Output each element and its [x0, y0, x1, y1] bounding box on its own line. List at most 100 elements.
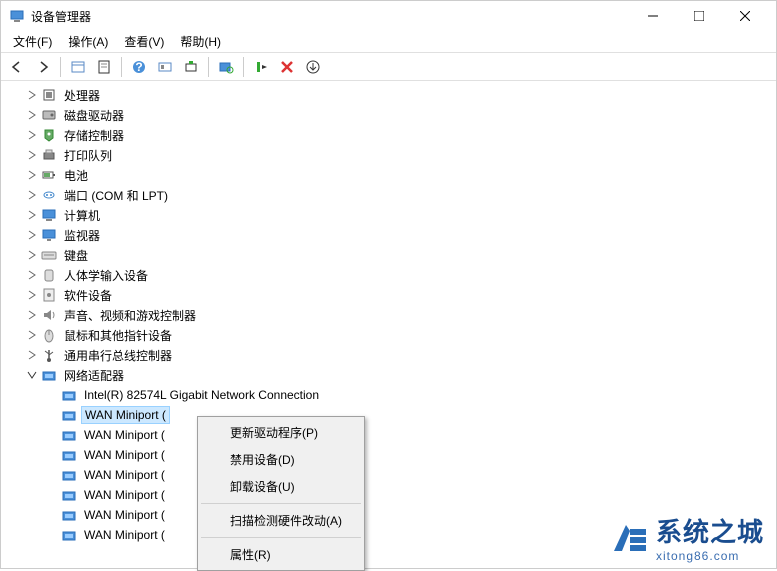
toolbar-separator — [208, 57, 209, 77]
tree-leaf-label: WAN Miniport ( — [81, 406, 170, 424]
tree-leaf-label: WAN Miniport ( — [81, 527, 168, 543]
expand-arrow-icon[interactable] — [25, 268, 39, 282]
tree-leaf[interactable]: WAN Miniport ( — [41, 445, 776, 465]
device-icon — [41, 267, 57, 283]
tree-node[interactable]: 打印队列 — [21, 145, 776, 165]
tree-leaf[interactable]: WAN Miniport ( — [41, 505, 776, 525]
tree-leaf[interactable]: WAN Miniport ( — [41, 425, 776, 445]
tree-node-label: 计算机 — [61, 206, 103, 225]
tree-leaf[interactable]: WAN Miniport ( — [41, 525, 776, 545]
tree-node[interactable]: 磁盘驱动器 — [21, 105, 776, 125]
toolbar-separator — [121, 57, 122, 77]
network-adapter-icon — [61, 447, 77, 463]
show-hide-button[interactable] — [66, 55, 90, 79]
tree-node-label: 电池 — [61, 166, 91, 185]
device-icon — [41, 207, 57, 223]
network-adapter-icon — [61, 387, 77, 403]
enable-button[interactable] — [249, 55, 273, 79]
spacer — [45, 388, 59, 402]
window-title: 设备管理器 — [31, 8, 630, 25]
expand-arrow-icon[interactable] — [25, 248, 39, 262]
tree-node[interactable]: 人体学输入设备 — [21, 265, 776, 285]
expand-arrow-icon[interactable] — [25, 288, 39, 302]
ctx-uninstall-device[interactable]: 卸载设备(U) — [200, 473, 362, 500]
spacer — [45, 508, 59, 522]
ctx-separator — [201, 503, 361, 504]
tree-leaf[interactable]: Intel(R) 82574L Gigabit Network Connecti… — [41, 385, 776, 405]
tree-node-label: 软件设备 — [61, 286, 115, 305]
tree-node[interactable]: 鼠标和其他指针设备 — [21, 325, 776, 345]
tree-node[interactable]: 监视器 — [21, 225, 776, 245]
menu-action[interactable]: 操作(A) — [60, 31, 116, 52]
network-adapter-icon — [61, 507, 77, 523]
down-button[interactable] — [301, 55, 325, 79]
context-menu: 更新驱动程序(P) 禁用设备(D) 卸载设备(U) 扫描检测硬件改动(A) 属性… — [197, 416, 365, 571]
menu-help[interactable]: 帮助(H) — [172, 31, 229, 52]
device-icon — [41, 107, 57, 123]
tree-node-label: 声音、视频和游戏控制器 — [61, 306, 199, 325]
tree-node-label: 通用串行总线控制器 — [61, 346, 175, 365]
device-tree[interactable]: 处理器磁盘驱动器存储控制器打印队列电池端口 (COM 和 LPT)计算机监视器键… — [1, 81, 776, 568]
forward-button[interactable] — [31, 55, 55, 79]
collapse-arrow-icon[interactable] — [25, 368, 39, 382]
toolbar-separator — [243, 57, 244, 77]
menu-view[interactable]: 查看(V) — [116, 31, 172, 52]
properties-button[interactable] — [92, 55, 116, 79]
spacer — [45, 528, 59, 542]
network-adapter-icon — [61, 467, 77, 483]
tree-leaf[interactable]: WAN Miniport ( — [41, 405, 776, 425]
tree-leaf-label: WAN Miniport ( — [81, 427, 168, 443]
network-adapter-icon — [61, 487, 77, 503]
help-button[interactable]: ? — [127, 55, 151, 79]
tree-node[interactable]: 键盘 — [21, 245, 776, 265]
expand-arrow-icon[interactable] — [25, 308, 39, 322]
tree-leaf[interactable]: WAN Miniport ( — [41, 465, 776, 485]
tree-leaf-label: WAN Miniport ( — [81, 467, 168, 483]
back-button[interactable] — [5, 55, 29, 79]
ctx-disable-device[interactable]: 禁用设备(D) — [200, 446, 362, 473]
expand-arrow-icon[interactable] — [25, 188, 39, 202]
tree-node-label: 键盘 — [61, 246, 91, 265]
tree-node-network[interactable]: 网络适配器 — [21, 365, 776, 385]
scan-button[interactable] — [214, 55, 238, 79]
device-icon — [41, 327, 57, 343]
spacer — [45, 468, 59, 482]
tree-leaf[interactable]: WAN Miniport ( — [41, 485, 776, 505]
toolbar-separator — [60, 57, 61, 77]
ctx-separator — [201, 537, 361, 538]
tree-node[interactable]: 端口 (COM 和 LPT) — [21, 185, 776, 205]
tree-node[interactable]: 电池 — [21, 165, 776, 185]
close-button[interactable] — [722, 1, 768, 31]
tree-node[interactable]: 通用串行总线控制器 — [21, 345, 776, 365]
maximize-button[interactable] — [676, 1, 722, 31]
expand-arrow-icon[interactable] — [25, 148, 39, 162]
tree-node-label: 存储控制器 — [61, 126, 127, 145]
tree-node[interactable]: 存储控制器 — [21, 125, 776, 145]
expand-arrow-icon[interactable] — [25, 88, 39, 102]
tree-leaf-label: Intel(R) 82574L Gigabit Network Connecti… — [81, 387, 322, 403]
expand-arrow-icon[interactable] — [25, 108, 39, 122]
uninstall-button[interactable] — [275, 55, 299, 79]
ctx-properties[interactable]: 属性(R) — [200, 541, 362, 568]
expand-arrow-icon[interactable] — [25, 168, 39, 182]
tree-node-label: 磁盘驱动器 — [61, 106, 127, 125]
action-button[interactable] — [153, 55, 177, 79]
tree-node[interactable]: 处理器 — [21, 85, 776, 105]
tree-node[interactable]: 软件设备 — [21, 285, 776, 305]
ctx-scan-hardware[interactable]: 扫描检测硬件改动(A) — [200, 507, 362, 534]
expand-arrow-icon[interactable] — [25, 348, 39, 362]
device-icon — [41, 147, 57, 163]
minimize-button[interactable] — [630, 1, 676, 31]
expand-arrow-icon[interactable] — [25, 128, 39, 142]
expand-arrow-icon[interactable] — [25, 228, 39, 242]
update-button[interactable] — [179, 55, 203, 79]
tree-node[interactable]: 计算机 — [21, 205, 776, 225]
tree-leaf-label: WAN Miniport ( — [81, 507, 168, 523]
tree-node[interactable]: 声音、视频和游戏控制器 — [21, 305, 776, 325]
expand-arrow-icon[interactable] — [25, 328, 39, 342]
menu-file[interactable]: 文件(F) — [5, 31, 60, 52]
network-adapter-icon — [61, 407, 77, 423]
expand-arrow-icon[interactable] — [25, 208, 39, 222]
ctx-update-driver[interactable]: 更新驱动程序(P) — [200, 419, 362, 446]
spacer — [45, 448, 59, 462]
